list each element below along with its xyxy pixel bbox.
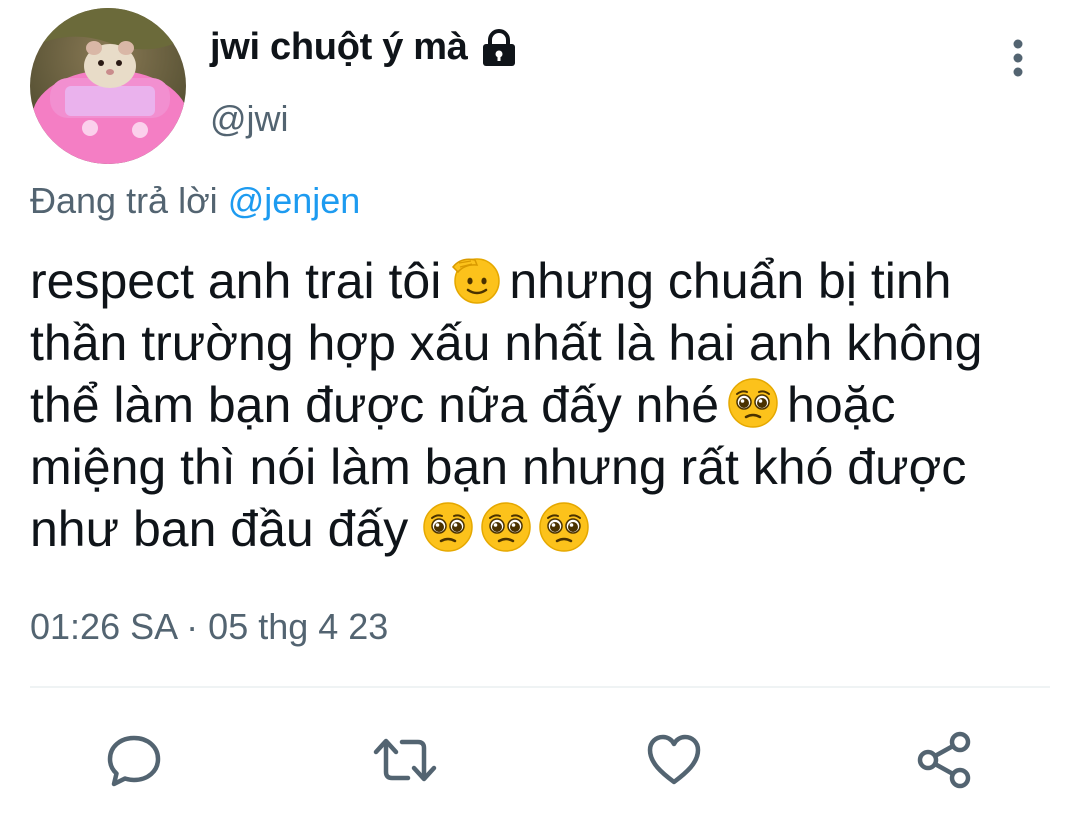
reply-button[interactable] [104,730,164,790]
avatar-image [30,8,186,164]
divider [30,686,1050,688]
tweet-text-segment: hoặc [787,377,896,433]
tweet-line-3: thể làm bạn được nữa đấy nhé hoặc [30,374,1060,436]
retweet-button[interactable] [372,730,437,790]
reply-icon [107,735,161,787]
tweet-text-segment: như ban đầu đấy [30,501,409,557]
tweet-text: respect anh trai tôi nhưng chuẩn bị tinh… [30,250,1060,560]
tweet-text-segment: respect anh trai tôi [30,253,442,309]
more-options-button[interactable] [998,36,1038,80]
heart-icon [647,734,701,785]
replying-to: Đang trả lời @jenjen [30,180,360,222]
tweet-text-segment: thể làm bạn được nữa đấy nhé [30,377,720,433]
meta-separator: · [186,606,199,647]
pleading-face-emoji [423,502,473,552]
tweet-line-4: miệng thì nói làm bạn nhưng rất khó được [30,439,967,495]
reply-to-handle-link[interactable]: @jenjen [228,180,361,221]
display-name[interactable]: jwi chuột ý mà [210,26,468,69]
lock-icon [480,28,518,68]
pleading-face-emoji [481,502,531,552]
tweet-line-5: như ban đầu đấy [30,498,1060,560]
user-handle[interactable]: @jwi [210,98,289,140]
pleading-face-emoji [539,502,589,552]
tweet-line-1: respect anh trai tôi nhưng chuẩn bị tinh [30,250,1060,312]
pleading-face-emoji [728,378,778,428]
tweet-line-2: thần trường hợp xấu nhất là hai anh khôn… [30,315,983,371]
tweet-timestamp[interactable]: 01:26 SA · 05 thg 4 23 [30,606,388,648]
avatar[interactable] [30,8,186,164]
tweet-date: 05 thg 4 23 [208,606,389,647]
reply-prefix: Đang trả lời [30,180,218,221]
retweet-icon [373,738,437,782]
display-name-row: jwi chuột ý mà [210,26,518,69]
share-icon [917,731,971,789]
tweet-time: 01:26 SA [30,606,177,647]
like-button[interactable] [644,730,704,790]
tweet-text-segment: nhưng chuẩn bị tinh [509,253,952,309]
more-vertical-icon [1013,39,1023,77]
share-button[interactable] [914,730,974,790]
tweet-detail-page: jwi chuột ý mà @jwi Đang trả lời @jenjen… [0,0,1080,824]
saluting-face-emoji [452,258,501,304]
